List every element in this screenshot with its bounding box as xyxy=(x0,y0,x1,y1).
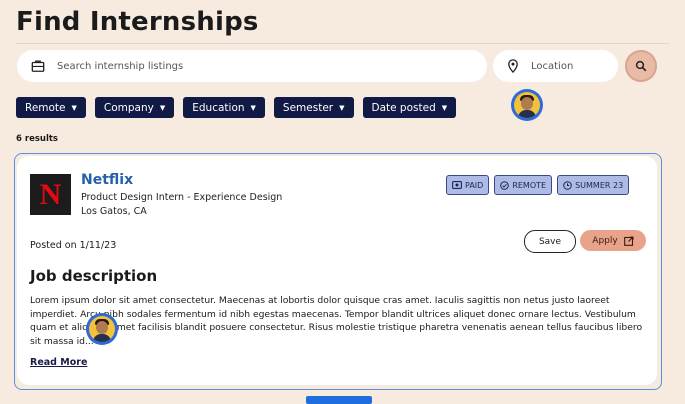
badge-remote: REMOTE xyxy=(494,175,553,195)
briefcase-icon xyxy=(31,60,45,72)
caret-down-icon: ▼ xyxy=(71,103,77,112)
description-heading: Job description xyxy=(30,267,158,285)
search-placeholder: Search internship listings xyxy=(57,60,184,72)
role-title: Product Design Intern - Experience Desig… xyxy=(81,192,283,203)
apply-button[interactable]: Apply xyxy=(580,230,646,251)
filter-company[interactable]: Company ▼ xyxy=(94,97,175,118)
magnifier-icon xyxy=(635,60,647,72)
search-button[interactable] xyxy=(625,50,657,82)
badge-summer: SUMMER 23 xyxy=(557,175,630,195)
read-more-link[interactable]: Read More xyxy=(30,357,87,368)
filter-education[interactable]: Education ▼ xyxy=(183,97,265,118)
company-name[interactable]: Netflix xyxy=(81,172,133,188)
filter-date-posted[interactable]: Date posted ▼ xyxy=(362,97,457,118)
collaborator-avatar xyxy=(514,92,540,118)
title-divider xyxy=(16,43,669,44)
listing-location: Los Gatos, CA xyxy=(81,206,147,217)
caret-down-icon: ▼ xyxy=(339,103,345,112)
caret-down-icon: ▼ xyxy=(159,103,166,112)
caret-down-icon: ▼ xyxy=(250,103,256,112)
caret-down-icon: ▼ xyxy=(441,103,448,112)
save-button[interactable]: Save xyxy=(524,230,576,253)
location-placeholder: Location xyxy=(531,60,574,72)
scroll-indicator xyxy=(306,396,372,404)
badge-paid: PAID xyxy=(446,175,490,195)
search-input[interactable]: Search internship listings xyxy=(17,50,487,82)
cash-icon xyxy=(452,181,462,189)
filter-semester[interactable]: Semester ▼ xyxy=(273,97,354,118)
company-logo: N xyxy=(30,174,71,215)
results-count: 6 results xyxy=(16,134,58,144)
check-circle-icon xyxy=(500,180,510,190)
collaborator-avatar xyxy=(89,316,115,342)
description-text: Lorem ipsum dolor sit amet consectetur. … xyxy=(30,295,643,347)
location-input[interactable]: Location xyxy=(493,50,618,82)
clock-icon xyxy=(563,180,572,190)
badge-group: PAID REMOTE SUMMER 23 xyxy=(446,175,630,195)
page-title: Find Internships xyxy=(16,7,259,37)
external-link-icon xyxy=(623,235,634,246)
filter-remote[interactable]: Remote ▼ xyxy=(16,97,86,118)
posted-date: Posted on 1/11/23 xyxy=(30,240,117,251)
location-pin-icon xyxy=(508,59,518,73)
filter-bar: Remote ▼ Company ▼ Education ▼ Semester ▼ Da… xyxy=(16,97,457,118)
